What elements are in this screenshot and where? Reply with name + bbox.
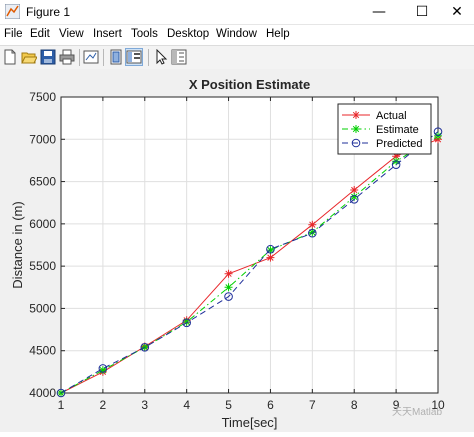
y-tick-label: 4500	[29, 344, 56, 358]
y-tick-label: 4000	[29, 386, 56, 400]
y-axis-label: Distance in (m)	[10, 201, 25, 288]
menu-bar: File Edit View Insert Tools Desktop Wind…	[0, 25, 474, 45]
menu-tools[interactable]: Tools	[131, 28, 158, 40]
toolbar-separator	[148, 49, 149, 66]
watermark: 天天Matlab	[392, 407, 443, 418]
x-tick-label: 8	[351, 398, 358, 412]
line-chart[interactable]: 1 2 3 4 5 6 7 8 9 1040004500500055006000650070007…	[0, 69, 474, 432]
minimize-button[interactable]: —	[362, 0, 396, 24]
window-title-bar: Figure 1 — ☐ ✕	[0, 0, 474, 25]
maximize-button[interactable]: ☐	[405, 0, 439, 24]
link-plot-icon[interactable]	[83, 49, 99, 65]
x-tick-label: 3	[141, 398, 148, 412]
toolbar-separator	[79, 49, 80, 66]
y-tick-label: 5500	[29, 259, 56, 273]
hide-plot-tools-icon[interactable]	[108, 49, 124, 65]
menu-file[interactable]: File	[4, 28, 23, 40]
open-file-icon[interactable]	[21, 49, 37, 65]
x-tick-label: 7	[309, 398, 316, 412]
x-tick-label: 1	[58, 398, 65, 412]
figure-toolbar	[0, 45, 474, 70]
y-tick-label: 7500	[29, 90, 56, 104]
save-icon[interactable]	[40, 49, 56, 65]
x-tick-label: 4	[183, 398, 190, 412]
chart-title: X Position Estimate	[189, 77, 310, 92]
show-plot-tools-icon[interactable]	[125, 48, 143, 66]
matlab-figure-icon	[5, 4, 20, 19]
x-axis-label: Time[sec]	[222, 415, 278, 430]
x-tick-label: 2	[100, 398, 107, 412]
menu-help[interactable]: Help	[266, 28, 290, 40]
close-button[interactable]: ✕	[440, 0, 474, 24]
star-marker	[266, 253, 275, 262]
y-tick-label: 6000	[29, 217, 56, 231]
star-marker	[224, 269, 233, 278]
x-tick-label: 6	[267, 398, 274, 412]
menu-window[interactable]: Window	[216, 28, 257, 40]
toolbar-separator	[103, 49, 104, 66]
menu-insert[interactable]: Insert	[93, 28, 122, 40]
new-figure-icon[interactable]	[2, 49, 18, 65]
window-title: Figure 1	[26, 5, 71, 19]
y-tick-label: 7000	[29, 132, 56, 146]
property-inspector-icon[interactable]	[171, 49, 187, 65]
menu-edit[interactable]: Edit	[30, 28, 50, 40]
legend-label: Estimate	[376, 124, 419, 136]
menu-view[interactable]: View	[59, 28, 84, 40]
menu-desktop[interactable]: Desktop	[167, 28, 209, 40]
edit-plot-icon[interactable]	[153, 49, 169, 65]
y-tick-label: 5000	[29, 301, 56, 315]
figure-canvas: 1 2 3 4 5 6 7 8 9 10 4000 4500 5000 5500 6000 6500 7000 7…	[0, 69, 474, 432]
star-marker	[224, 283, 233, 292]
legend-label: Predicted	[376, 138, 422, 150]
y-tick-label: 6500	[29, 175, 56, 189]
legend-label: Actual	[376, 110, 407, 122]
print-icon[interactable]	[59, 49, 75, 65]
x-tick-label: 5	[225, 398, 232, 412]
